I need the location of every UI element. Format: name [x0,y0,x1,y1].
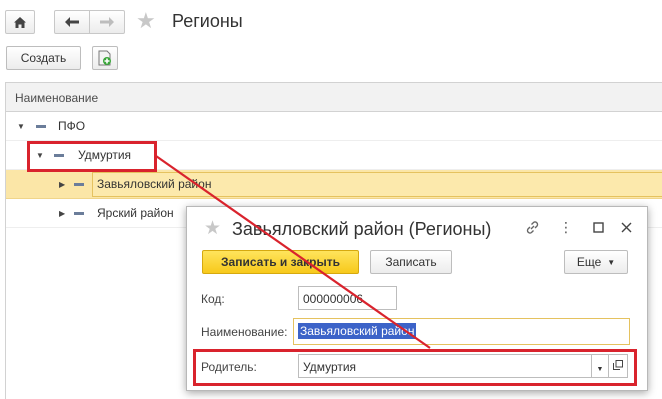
create-group-button[interactable] [92,46,118,70]
expand-toggle-icon[interactable]: ▼ [17,112,25,141]
item-marker-icon [74,183,84,186]
chevron-down-icon: ▼ [607,257,616,267]
page-title: Регионы [172,11,243,31]
item-marker-icon [74,212,84,215]
collapse-toggle-icon[interactable]: ▶ [59,170,65,199]
item-marker-icon [36,125,46,128]
tree-row-selected[interactable]: ▶ Завьяловский район [6,170,662,199]
more-vertical-icon[interactable]: ⋮ [557,217,575,237]
more-label: Еще [576,255,602,269]
highlight-box-parent-field [193,349,637,386]
tree-row-label: Ярский район [97,206,174,220]
create-button[interactable]: Создать [6,46,81,70]
highlight-box-tree-item [27,141,157,172]
maximize-icon[interactable] [589,217,607,237]
back-button[interactable] [54,10,90,34]
save-button[interactable]: Записать [370,250,452,274]
name-label: Наименование: [201,325,288,339]
tree-row-label: ПФО [58,119,86,133]
code-label: Код: [201,292,225,306]
more-actions-button[interactable]: Еще ▼ [564,250,628,274]
collapse-toggle-icon[interactable]: ▶ [59,199,65,228]
close-icon[interactable] [617,217,635,237]
forward-button[interactable] [89,10,125,34]
tree-row-label: Завьяловский район [97,177,212,191]
home-icon [14,16,26,28]
dialog-title: Завьяловский район (Регионы) [232,219,492,239]
tree-row[interactable]: ▼ ПФО [6,112,662,141]
item-form-dialog: ★ Завьяловский район (Регионы) ⋮ Записат… [186,206,648,391]
favorite-star-icon[interactable]: ★ [136,10,156,32]
arrow-right-icon [100,17,114,27]
name-field-value: Завьяловский район [298,323,417,339]
save-and-close-button[interactable]: Записать и закрыть [202,250,359,274]
home-button[interactable] [5,10,35,34]
link-icon[interactable] [523,217,541,237]
favorite-star-icon[interactable]: ★ [204,217,221,240]
arrow-left-icon [65,17,79,27]
name-field[interactable]: Завьяловский район [293,318,630,345]
code-field[interactable]: 000000006 [298,286,397,310]
column-header-name[interactable]: Наименование [5,82,662,112]
add-document-icon [98,50,111,66]
